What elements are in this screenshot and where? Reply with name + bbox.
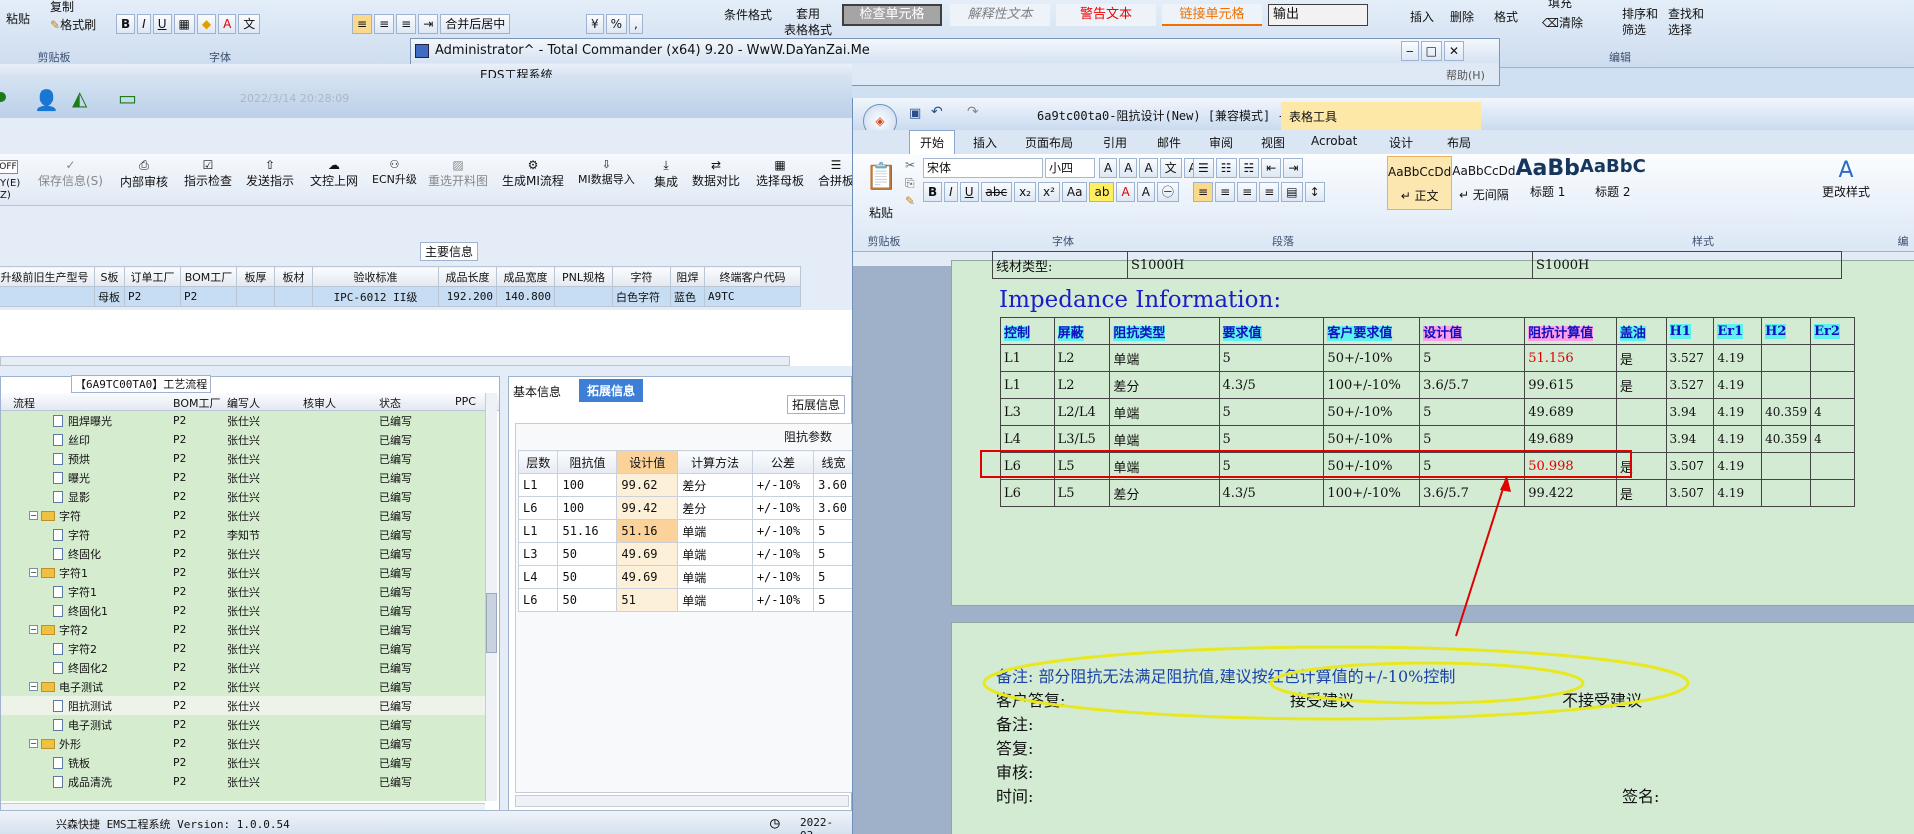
yellow-ellipse-inner	[1269, 661, 1585, 705]
annotation-overlay	[980, 450, 1690, 721]
red-highlight-box	[980, 450, 1632, 478]
red-arrow-line	[1455, 475, 1508, 637]
